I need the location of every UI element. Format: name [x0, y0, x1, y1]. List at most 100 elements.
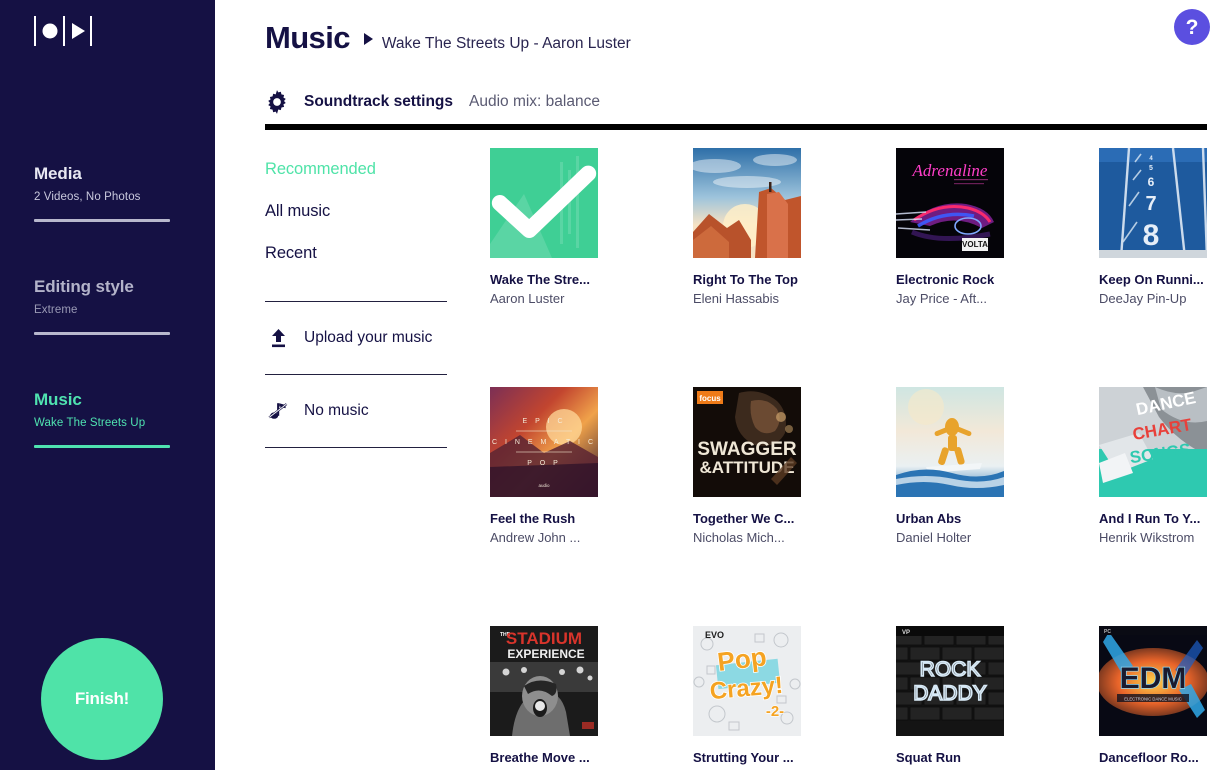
- svg-text:VP: VP: [902, 630, 910, 636]
- track-artwork-selected-green[interactable]: [490, 148, 598, 258]
- no-music-button[interactable]: No music: [265, 375, 447, 447]
- svg-text:audio: audio: [538, 483, 550, 488]
- upload-icon: [265, 328, 291, 348]
- track-artwork-surfer[interactable]: [896, 387, 1004, 497]
- track-artwork-canyon-sunrise[interactable]: [693, 148, 801, 258]
- track-title: And I Run To Y...: [1099, 511, 1201, 526]
- selected-check-icon: [490, 148, 598, 258]
- svg-text:-2-: -2-: [766, 703, 784, 720]
- sidebar-item-music-sub: Wake The Streets Up: [34, 417, 146, 429]
- track-tile[interactable]: DANCE CHART SONGS And I Run To Y... Henr…: [1099, 387, 1207, 546]
- track-artist: DeeJay Pin-Up: [1099, 291, 1187, 306]
- track-title: Dancefloor Ro...: [1099, 750, 1199, 765]
- music-track-grid: Wake The Stre... Aaron Luster Right To T…: [490, 148, 1215, 770]
- track-artwork-epic-cinematic-pop[interactable]: E P I C C I N E M A T I C P O P audio: [490, 387, 598, 497]
- track-tile[interactable]: EDM ELECTRONIC DANCE MUSIC PC Dancefloor…: [1099, 626, 1207, 770]
- svg-text:ROCK: ROCK: [920, 658, 981, 681]
- track-tile[interactable]: ROCK DADDY VP Squat Run Frederic Vitani: [896, 626, 1004, 770]
- soundtrack-settings-label: Soundtrack settings: [304, 93, 453, 110]
- svg-text:5: 5: [1149, 165, 1153, 172]
- category-all-music[interactable]: All music: [265, 190, 447, 232]
- category-recent[interactable]: Recent: [265, 232, 447, 274]
- track-artwork-dance-chart-songs[interactable]: DANCE CHART SONGS: [1099, 387, 1207, 497]
- sidebar-item-music-underline: [34, 445, 170, 448]
- help-button[interactable]: ?: [1174, 9, 1210, 45]
- svg-text:VOLTA: VOLTA: [962, 240, 988, 249]
- svg-text:STADIUM: STADIUM: [506, 629, 582, 648]
- play-triangle-icon[interactable]: [363, 33, 373, 45]
- svg-text:PC: PC: [1104, 629, 1111, 635]
- track-artwork-pop-crazy-2[interactable]: Pop Crazy! -2- EVO: [693, 626, 801, 736]
- page-title: Music: [265, 20, 350, 55]
- sidebar: Media 2 Videos, No Photos Editing style …: [0, 0, 215, 770]
- track-artist: Nicholas Mich...: [693, 530, 785, 545]
- track-title: Right To The Top: [693, 272, 798, 287]
- svg-text:SWAGGER: SWAGGER: [697, 439, 797, 460]
- track-artwork-running-track[interactable]: 4 5 6 7 8: [1099, 148, 1207, 258]
- track-tile[interactable]: 4 5 6 7 8 Keep On Runni... DeeJay Pin-Up: [1099, 148, 1207, 307]
- category-recommended[interactable]: Recommended: [265, 148, 447, 190]
- section-divider-bar: [265, 124, 1207, 130]
- track-title: Squat Run: [896, 750, 961, 765]
- svg-text:ELECTRONIC DANCE MUSIC: ELECTRONIC DANCE MUSIC: [1124, 697, 1181, 702]
- track-title: Urban Abs: [896, 511, 962, 526]
- svg-text:C I N E M A T I C: C I N E M A T I C: [492, 439, 596, 446]
- track-tile[interactable]: Urban Abs Daniel Holter: [896, 387, 1004, 546]
- upload-your-music-label: Upload your music: [304, 329, 433, 346]
- sidebar-item-music-title: Music: [34, 390, 82, 409]
- svg-text:EVO: EVO: [705, 630, 724, 640]
- track-tile[interactable]: Adrenaline VOLTA Electronic Rock Jay Pri…: [896, 148, 1004, 307]
- svg-text:6: 6: [1148, 175, 1155, 189]
- track-artwork-stadium-experience[interactable]: THE STADIUM EXPERIENCE: [490, 626, 598, 736]
- sidebar-item-media-underline: [34, 219, 170, 222]
- svg-text:EDM: EDM: [1120, 662, 1187, 695]
- svg-text:E P I C: E P I C: [522, 418, 565, 425]
- music-category-list: Recommended All music Recent Upload your…: [265, 148, 447, 448]
- sidebar-item-editing-style-sub: Extreme: [34, 304, 78, 316]
- sidebar-item-editing-style[interactable]: Editing style Extreme: [34, 276, 174, 335]
- page-header: Music Wake The Streets Up - Aaron Luster: [265, 20, 631, 56]
- track-tile[interactable]: focus SWAGGER &ATTITUDE Together We C...…: [693, 387, 801, 546]
- sidebar-item-media-title: Media: [34, 164, 82, 183]
- finish-button[interactable]: Finish!: [41, 638, 163, 760]
- svg-text:focus: focus: [699, 394, 721, 403]
- sidebar-item-media-sub: 2 Videos, No Photos: [34, 191, 141, 203]
- svg-text:EXPERIENCE: EXPERIENCE: [507, 647, 584, 661]
- track-tile[interactable]: Wake The Stre... Aaron Luster: [490, 148, 598, 307]
- upload-your-music-button[interactable]: Upload your music: [265, 302, 447, 374]
- track-artwork-adrenaline-car[interactable]: Adrenaline VOLTA: [896, 148, 1004, 258]
- track-title: Keep On Runni...: [1099, 272, 1204, 287]
- svg-text:7: 7: [1145, 193, 1156, 215]
- audio-mix-value[interactable]: Audio mix: balance: [469, 93, 600, 111]
- sidebar-item-music[interactable]: Music Wake The Streets Up: [34, 389, 174, 448]
- track-title: Electronic Rock: [896, 272, 995, 287]
- sidebar-item-media[interactable]: Media 2 Videos, No Photos: [34, 163, 174, 222]
- track-tile[interactable]: THE STADIUM EXPERIENCE Breathe Move ... …: [490, 626, 598, 770]
- main-content: ? Music Wake The Streets Up - Aaron Lust…: [215, 0, 1231, 770]
- category-divider-3: [265, 447, 447, 448]
- sidebar-steps: Media 2 Videos, No Photos Editing style …: [34, 163, 174, 502]
- svg-text:Adrenaline: Adrenaline: [912, 161, 988, 180]
- track-title: Breathe Move ...: [490, 750, 590, 765]
- record-play-logo-icon[interactable]: [33, 16, 95, 46]
- track-tile[interactable]: E P I C C I N E M A T I C P O P audio Fe…: [490, 387, 598, 546]
- track-tile[interactable]: Right To The Top Eleni Hassabis: [693, 148, 801, 307]
- soundtrack-settings-row[interactable]: Soundtrack settings Audio mix: balance: [263, 88, 600, 116]
- track-artist: Aaron Luster: [490, 291, 565, 306]
- track-artwork-rock-daddy-neon[interactable]: ROCK DADDY VP: [896, 626, 1004, 736]
- track-title: Strutting Your ...: [693, 750, 794, 765]
- no-music-label: No music: [304, 402, 369, 419]
- track-artist: Jay Price - Aft...: [896, 291, 988, 306]
- track-title: Wake The Stre...: [490, 272, 590, 287]
- sidebar-item-editing-style-title: Editing style: [34, 277, 134, 296]
- track-artwork-swagger-attitude[interactable]: focus SWAGGER &ATTITUDE: [693, 387, 801, 497]
- gear-icon: [263, 88, 291, 116]
- track-title: Feel the Rush: [490, 511, 576, 526]
- svg-text:Pop: Pop: [716, 641, 768, 677]
- music-editor-app: Media 2 Videos, No Photos Editing style …: [0, 0, 1231, 770]
- track-title: Together We C...: [693, 511, 795, 526]
- track-artwork-edm[interactable]: EDM ELECTRONIC DANCE MUSIC PC: [1099, 626, 1207, 736]
- breadcrumb-current-track: Wake The Streets Up - Aaron Luster: [381, 35, 631, 52]
- track-tile[interactable]: Pop Crazy! -2- EVO Strutting Your ... Br…: [693, 626, 801, 770]
- no-music-icon: [265, 401, 291, 421]
